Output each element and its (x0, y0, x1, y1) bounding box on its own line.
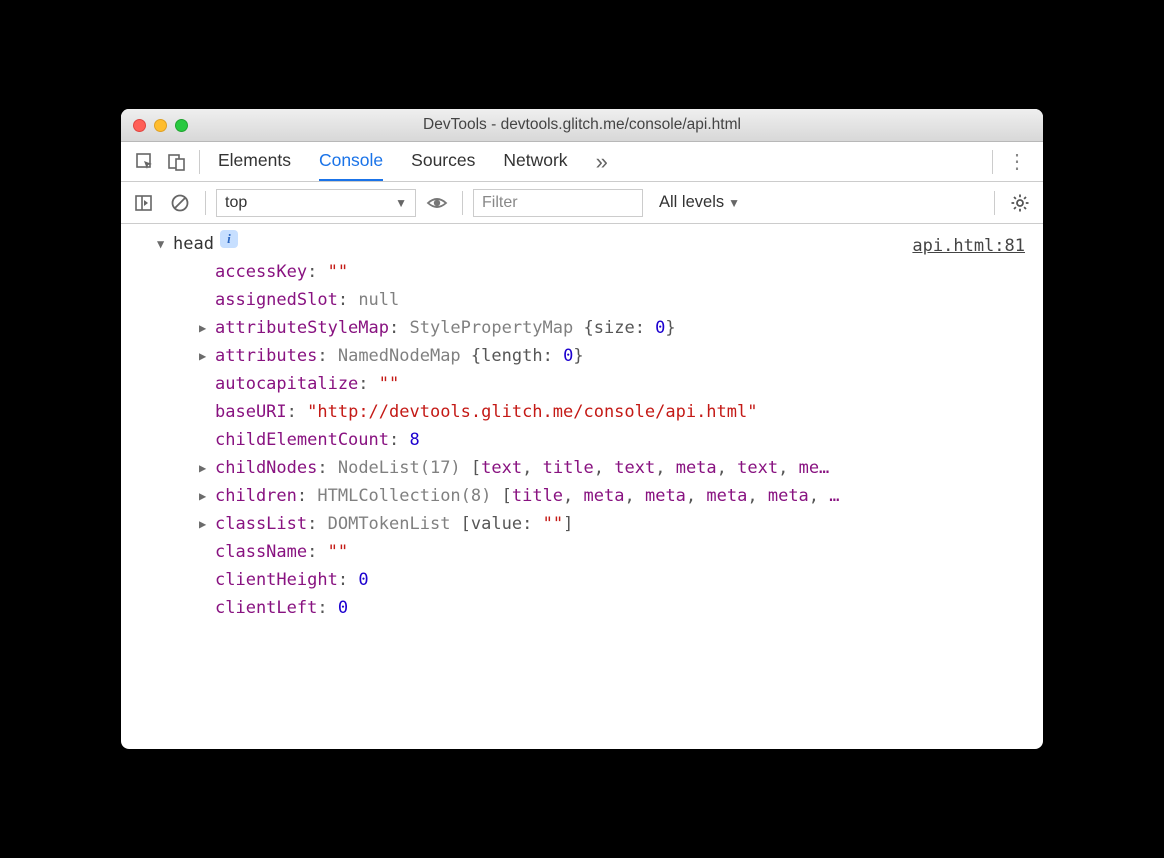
tab-console[interactable]: Console (319, 142, 383, 181)
divider (205, 191, 206, 215)
chevron-down-icon: ▼ (395, 196, 407, 210)
filter-input[interactable] (473, 189, 643, 217)
traffic-lights (133, 119, 188, 132)
live-expression-icon[interactable] (422, 188, 452, 218)
prop-row[interactable]: classList: DOMTokenList [value: ""] (121, 510, 1043, 538)
prop-row[interactable]: childElementCount: 8 (121, 426, 1043, 454)
source-link[interactable]: api.html:81 (912, 232, 1025, 260)
disclosure-closed-icon[interactable] (199, 314, 213, 342)
prop-row[interactable]: children: HTMLCollection(8) [title, meta… (121, 482, 1043, 510)
toggle-sidebar-icon[interactable] (129, 188, 159, 218)
tab-sources[interactable]: Sources (411, 142, 475, 181)
settings-icon[interactable] (1005, 188, 1035, 218)
prop-row[interactable]: clientHeight: 0 (121, 566, 1043, 594)
minimize-button[interactable] (154, 119, 167, 132)
disclosure-open-icon[interactable] (157, 230, 171, 258)
chevron-down-icon: ▼ (728, 196, 740, 210)
divider (992, 150, 993, 174)
tab-network[interactable]: Network (503, 142, 567, 181)
divider (994, 191, 995, 215)
devtools-window: DevTools - devtools.glitch.me/console/ap… (121, 109, 1043, 749)
levels-label: All levels (659, 193, 724, 212)
console-output[interactable]: api.html:81 head i accessKey: "" assigne… (121, 224, 1043, 749)
clear-console-icon[interactable] (165, 188, 195, 218)
prop-row[interactable]: clientLeft: 0 (121, 594, 1043, 622)
disclosure-closed-icon[interactable] (199, 342, 213, 370)
tabbar: Elements Console Sources Network » ⋮ (121, 142, 1043, 182)
kebab-menu-icon[interactable]: ⋮ (999, 149, 1035, 174)
prop-row[interactable]: accessKey: "" (121, 258, 1043, 286)
prop-row[interactable]: childNodes: NodeList(17) [text, title, t… (121, 454, 1043, 482)
divider (199, 150, 200, 174)
close-button[interactable] (133, 119, 146, 132)
prop-row[interactable]: baseURI: "http://devtools.glitch.me/cons… (121, 398, 1043, 426)
context-selector[interactable]: top ▼ (216, 189, 416, 217)
titlebar: DevTools - devtools.glitch.me/console/ap… (121, 109, 1043, 142)
log-levels-selector[interactable]: All levels ▼ (659, 193, 740, 212)
divider (462, 191, 463, 215)
disclosure-closed-icon[interactable] (199, 454, 213, 482)
console-toolbar: top ▼ All levels ▼ (121, 182, 1043, 224)
context-label: top (225, 194, 247, 212)
prop-row[interactable]: attributeStyleMap: StylePropertyMap {siz… (121, 314, 1043, 342)
disclosure-closed-icon[interactable] (199, 510, 213, 538)
overflow-tabs-icon[interactable]: » (596, 149, 608, 175)
object-root[interactable]: head i (121, 230, 1043, 258)
prop-row[interactable]: autocapitalize: "" (121, 370, 1043, 398)
tab-elements[interactable]: Elements (218, 142, 291, 181)
prop-row[interactable]: attributes: NamedNodeMap {length: 0} (121, 342, 1043, 370)
device-toggle-icon[interactable] (161, 146, 193, 178)
zoom-button[interactable] (175, 119, 188, 132)
info-badge-icon[interactable]: i (220, 230, 238, 248)
root-label: head (173, 230, 214, 258)
inspect-icon[interactable] (129, 146, 161, 178)
panel-tabs: Elements Console Sources Network » (218, 142, 986, 181)
disclosure-closed-icon[interactable] (199, 482, 213, 510)
window-title: DevTools - devtools.glitch.me/console/ap… (121, 116, 1043, 134)
prop-row[interactable]: assignedSlot: null (121, 286, 1043, 314)
prop-row[interactable]: className: "" (121, 538, 1043, 566)
